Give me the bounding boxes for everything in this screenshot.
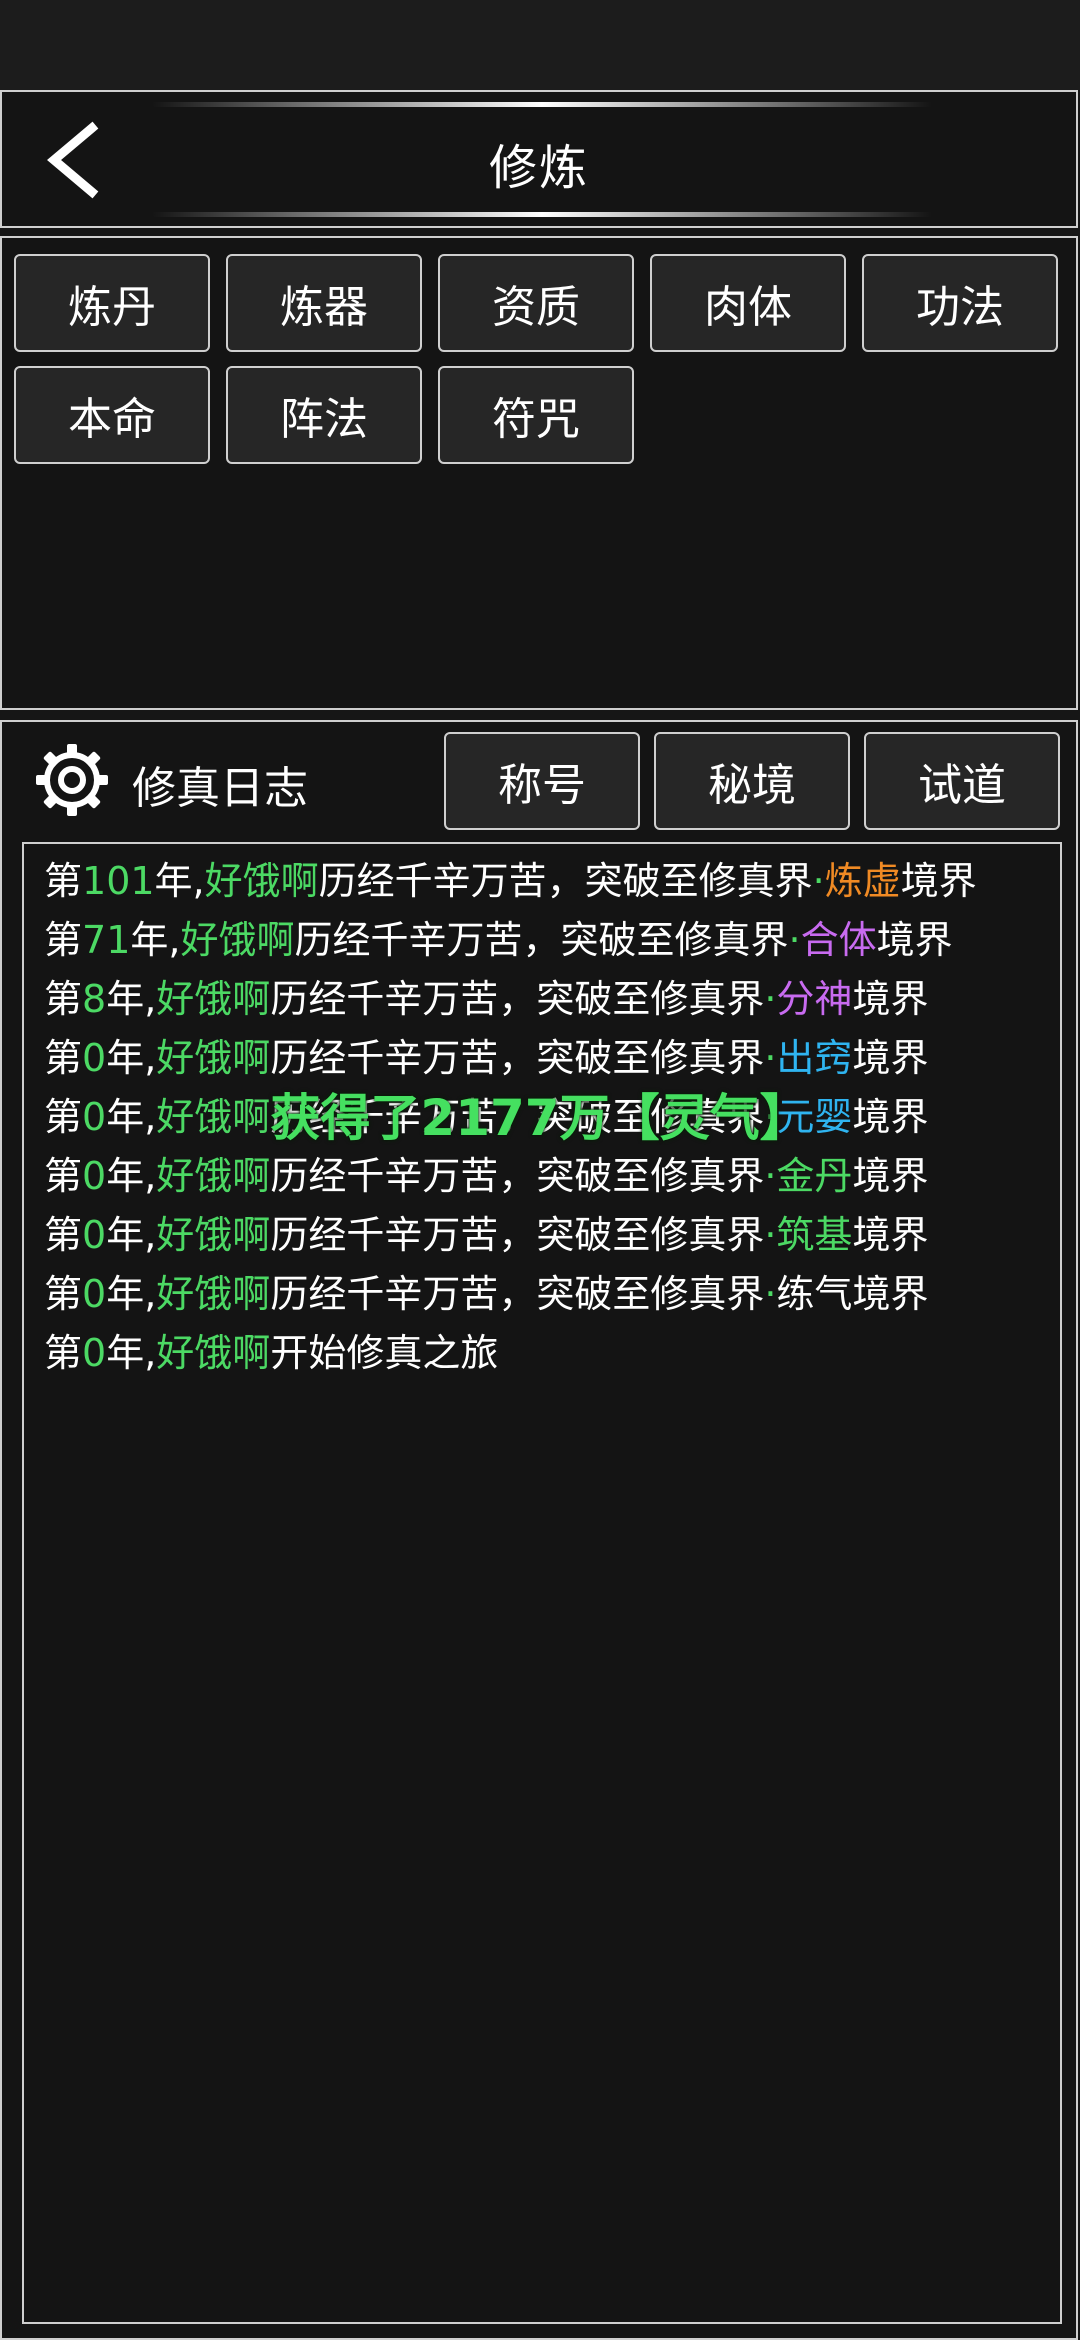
tab-aptitude-button[interactable]: 资质 (438, 254, 634, 352)
tab-forging-button[interactable]: 炼器 (226, 254, 422, 352)
log-entry: 第0年,好饿啊历经千辛万苦，突破至修真界·金丹境界 (44, 1154, 929, 1198)
gear-icon[interactable] (34, 742, 110, 818)
cultivation-tabs-panel: 炼丹 炼器 资质 肉体 功法 本命 阵法 符咒 (0, 236, 1078, 710)
log-title: 修真日志 (132, 763, 308, 814)
status-bar (0, 0, 1080, 90)
log-box[interactable]: 第101年,好饿啊历经千辛万苦，突破至修真界·炼虚境界 第71年,好饿啊历经千辛… (22, 842, 1062, 2324)
tab-body-button[interactable]: 肉体 (650, 254, 846, 352)
tab-talisman-button[interactable]: 符咒 (438, 366, 634, 464)
tab-technique-button[interactable]: 功法 (862, 254, 1058, 352)
header-glow-top (152, 102, 932, 107)
log-entry: 第101年,好饿啊历经千辛万苦，突破至修真界·炼虚境界 (44, 859, 977, 903)
trial-button[interactable]: 试道 (864, 732, 1060, 830)
secret-realm-button[interactable]: 秘境 (654, 732, 850, 830)
tab-formation-button[interactable]: 阵法 (226, 366, 422, 464)
tab-natal-button[interactable]: 本命 (14, 366, 210, 464)
header: 修炼 (0, 90, 1078, 228)
page-title: 修炼 (488, 140, 589, 196)
header-glow-bottom (152, 212, 932, 217)
log-entry: 第0年,好饿啊开始修真之旅 (44, 1331, 499, 1375)
cultivation-log-panel: 修真日志 称号 秘境 试道 第101年,好饿啊历经千辛万苦，突破至修真界·炼虚境… (0, 720, 1078, 2340)
tab-alchemy-button[interactable]: 炼丹 (14, 254, 210, 352)
log-entry: 第0年,好饿啊历经千辛万苦，突破至修真界·筑基境界 (44, 1213, 929, 1257)
log-entry: 第71年,好饿啊历经千辛万苦，突破至修真界·合体境界 (44, 918, 953, 962)
log-entry: 第8年,好饿啊历经千辛万苦，突破至修真界·分神境界 (44, 977, 929, 1021)
log-entry: 第0年,好饿啊历经千辛万苦，突破至修真界·练气境界 (44, 1272, 929, 1316)
reward-toast: 获得了2177万【灵气】 (270, 1089, 810, 1147)
title-button[interactable]: 称号 (444, 732, 640, 830)
